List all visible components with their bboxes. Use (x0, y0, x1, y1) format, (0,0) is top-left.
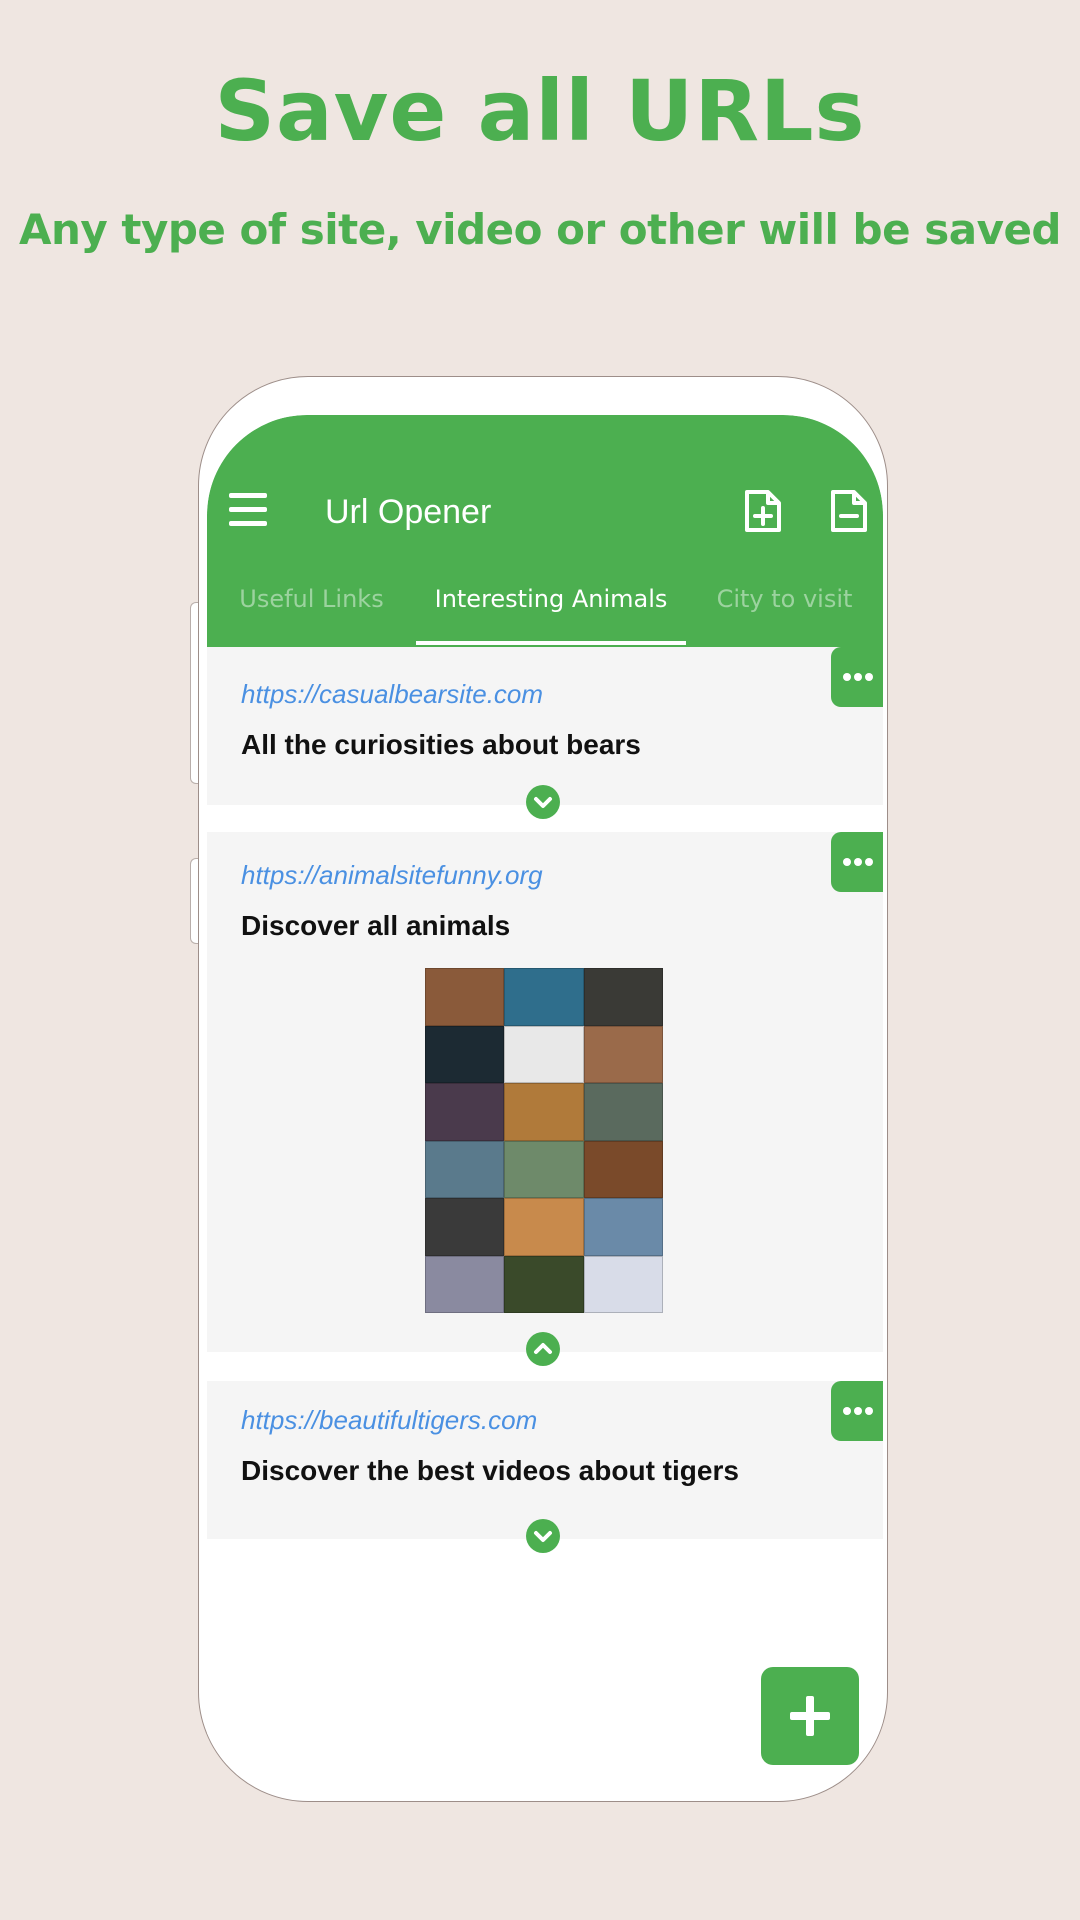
animal-thumbnail-tile (504, 1198, 584, 1256)
file-remove-icon[interactable] (829, 489, 869, 533)
tab-city-to-visit[interactable]: City to visit (686, 585, 883, 645)
animal-thumbnail-tile (504, 1083, 584, 1141)
plus-icon-vertical (806, 1696, 814, 1736)
animal-thumbnail-tile (504, 1255, 584, 1313)
link-url[interactable]: https://animalsitefunny.org (241, 860, 543, 891)
expand-chevron-icon[interactable] (526, 785, 560, 819)
link-url[interactable]: https://casualbearsite.com (241, 679, 543, 710)
animal-thumbnail-tile (425, 1255, 505, 1313)
link-card: https://beautifultigers.com Discover the… (207, 1381, 883, 1553)
collapse-chevron-icon[interactable] (526, 1332, 560, 1366)
link-title: Discover the best videos about tigers (241, 1455, 739, 1486)
phone-frame: Url Opener Useful Links Interesting Anim… (198, 376, 888, 1802)
link-url[interactable]: https://beautifultigers.com (241, 1405, 537, 1436)
link-title: Discover all animals (241, 910, 511, 941)
animal-thumbnail-tile (425, 968, 505, 1026)
tab-interesting-animals[interactable]: Interesting Animals (416, 585, 686, 645)
more-options-button[interactable] (831, 647, 883, 707)
link-title: All the curiosities about bears (241, 729, 641, 760)
animal-thumbnail-tile (583, 968, 663, 1026)
expand-chevron-icon[interactable] (526, 1519, 560, 1553)
animal-thumbnail-tile (504, 1140, 584, 1198)
app-title: Url Opener (325, 493, 492, 531)
animal-thumbnail-tile (425, 1025, 505, 1083)
promo-subtitle: Any type of site, video or other will be… (18, 205, 1062, 254)
animal-thumbnail-tile (583, 1140, 663, 1198)
app-screen: Url Opener Useful Links Interesting Anim… (207, 415, 883, 1765)
menu-icon[interactable] (229, 493, 267, 527)
app-bar: Url Opener Useful Links Interesting Anim… (207, 415, 883, 647)
file-add-icon[interactable] (743, 489, 783, 533)
animal-thumbnail-tile (583, 1198, 663, 1256)
animal-thumbnail-tile (583, 1025, 663, 1083)
tab-indicator (416, 641, 686, 645)
add-link-button[interactable] (761, 1667, 859, 1765)
animal-thumbnail-image (425, 968, 663, 1313)
link-card: https://casualbearsite.com All the curio… (207, 647, 883, 819)
more-options-button[interactable] (831, 832, 883, 892)
animal-thumbnail-tile (583, 1255, 663, 1313)
animal-thumbnail-tile (504, 1025, 584, 1083)
promo-title: Save all URLs (214, 62, 866, 160)
tab-useful-links[interactable]: Useful Links (207, 585, 416, 645)
link-card: https://animalsitefunny.org Discover all… (207, 832, 883, 1366)
animal-thumbnail-tile (425, 1083, 505, 1141)
more-options-button[interactable] (831, 1381, 883, 1441)
animal-thumbnail-tile (425, 1198, 505, 1256)
animal-thumbnail-tile (425, 1140, 505, 1198)
animal-thumbnail-tile (504, 968, 584, 1026)
animal-thumbnail-tile (583, 1083, 663, 1141)
